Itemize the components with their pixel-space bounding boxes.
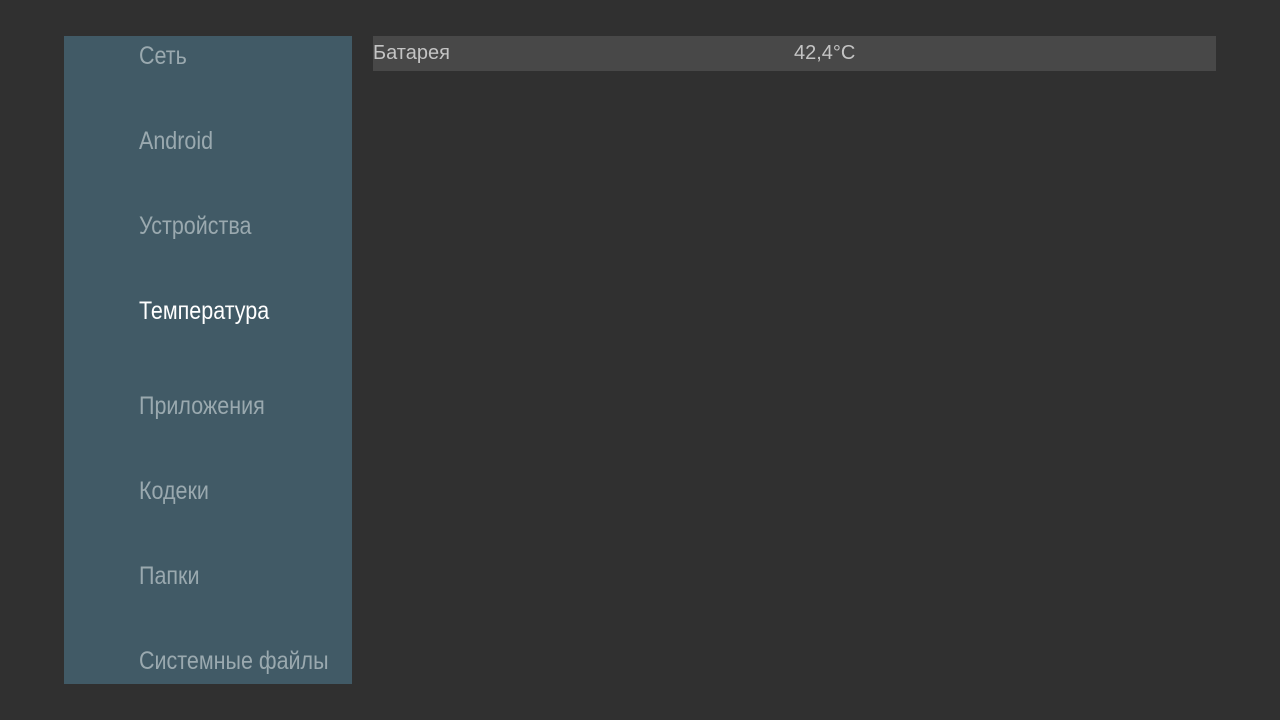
row-value: 42,4°C (794, 42, 856, 64)
sidebar-item-devices[interactable]: Устройства (139, 212, 251, 241)
sidebar-item-codecs[interactable]: Кодеки (139, 477, 209, 506)
sidebar-item-android[interactable]: Android (139, 127, 213, 156)
sidebar-item-system-files[interactable]: Системные файлы (139, 647, 329, 676)
sidebar-menu: Сеть Android Устройства Температура Прил… (64, 36, 352, 684)
temperature-row-battery[interactable]: Батарея 42,4°C (373, 36, 1216, 71)
sidebar-item-applications[interactable]: Приложения (139, 392, 265, 421)
sidebar-item-folders[interactable]: Папки (139, 562, 199, 591)
sidebar-item-temperature[interactable]: Температура (139, 297, 269, 326)
sidebar-item-network[interactable]: Сеть (139, 42, 187, 71)
row-label: Батарея (373, 42, 450, 64)
temperature-panel: Батарея 42,4°C (373, 36, 1216, 684)
